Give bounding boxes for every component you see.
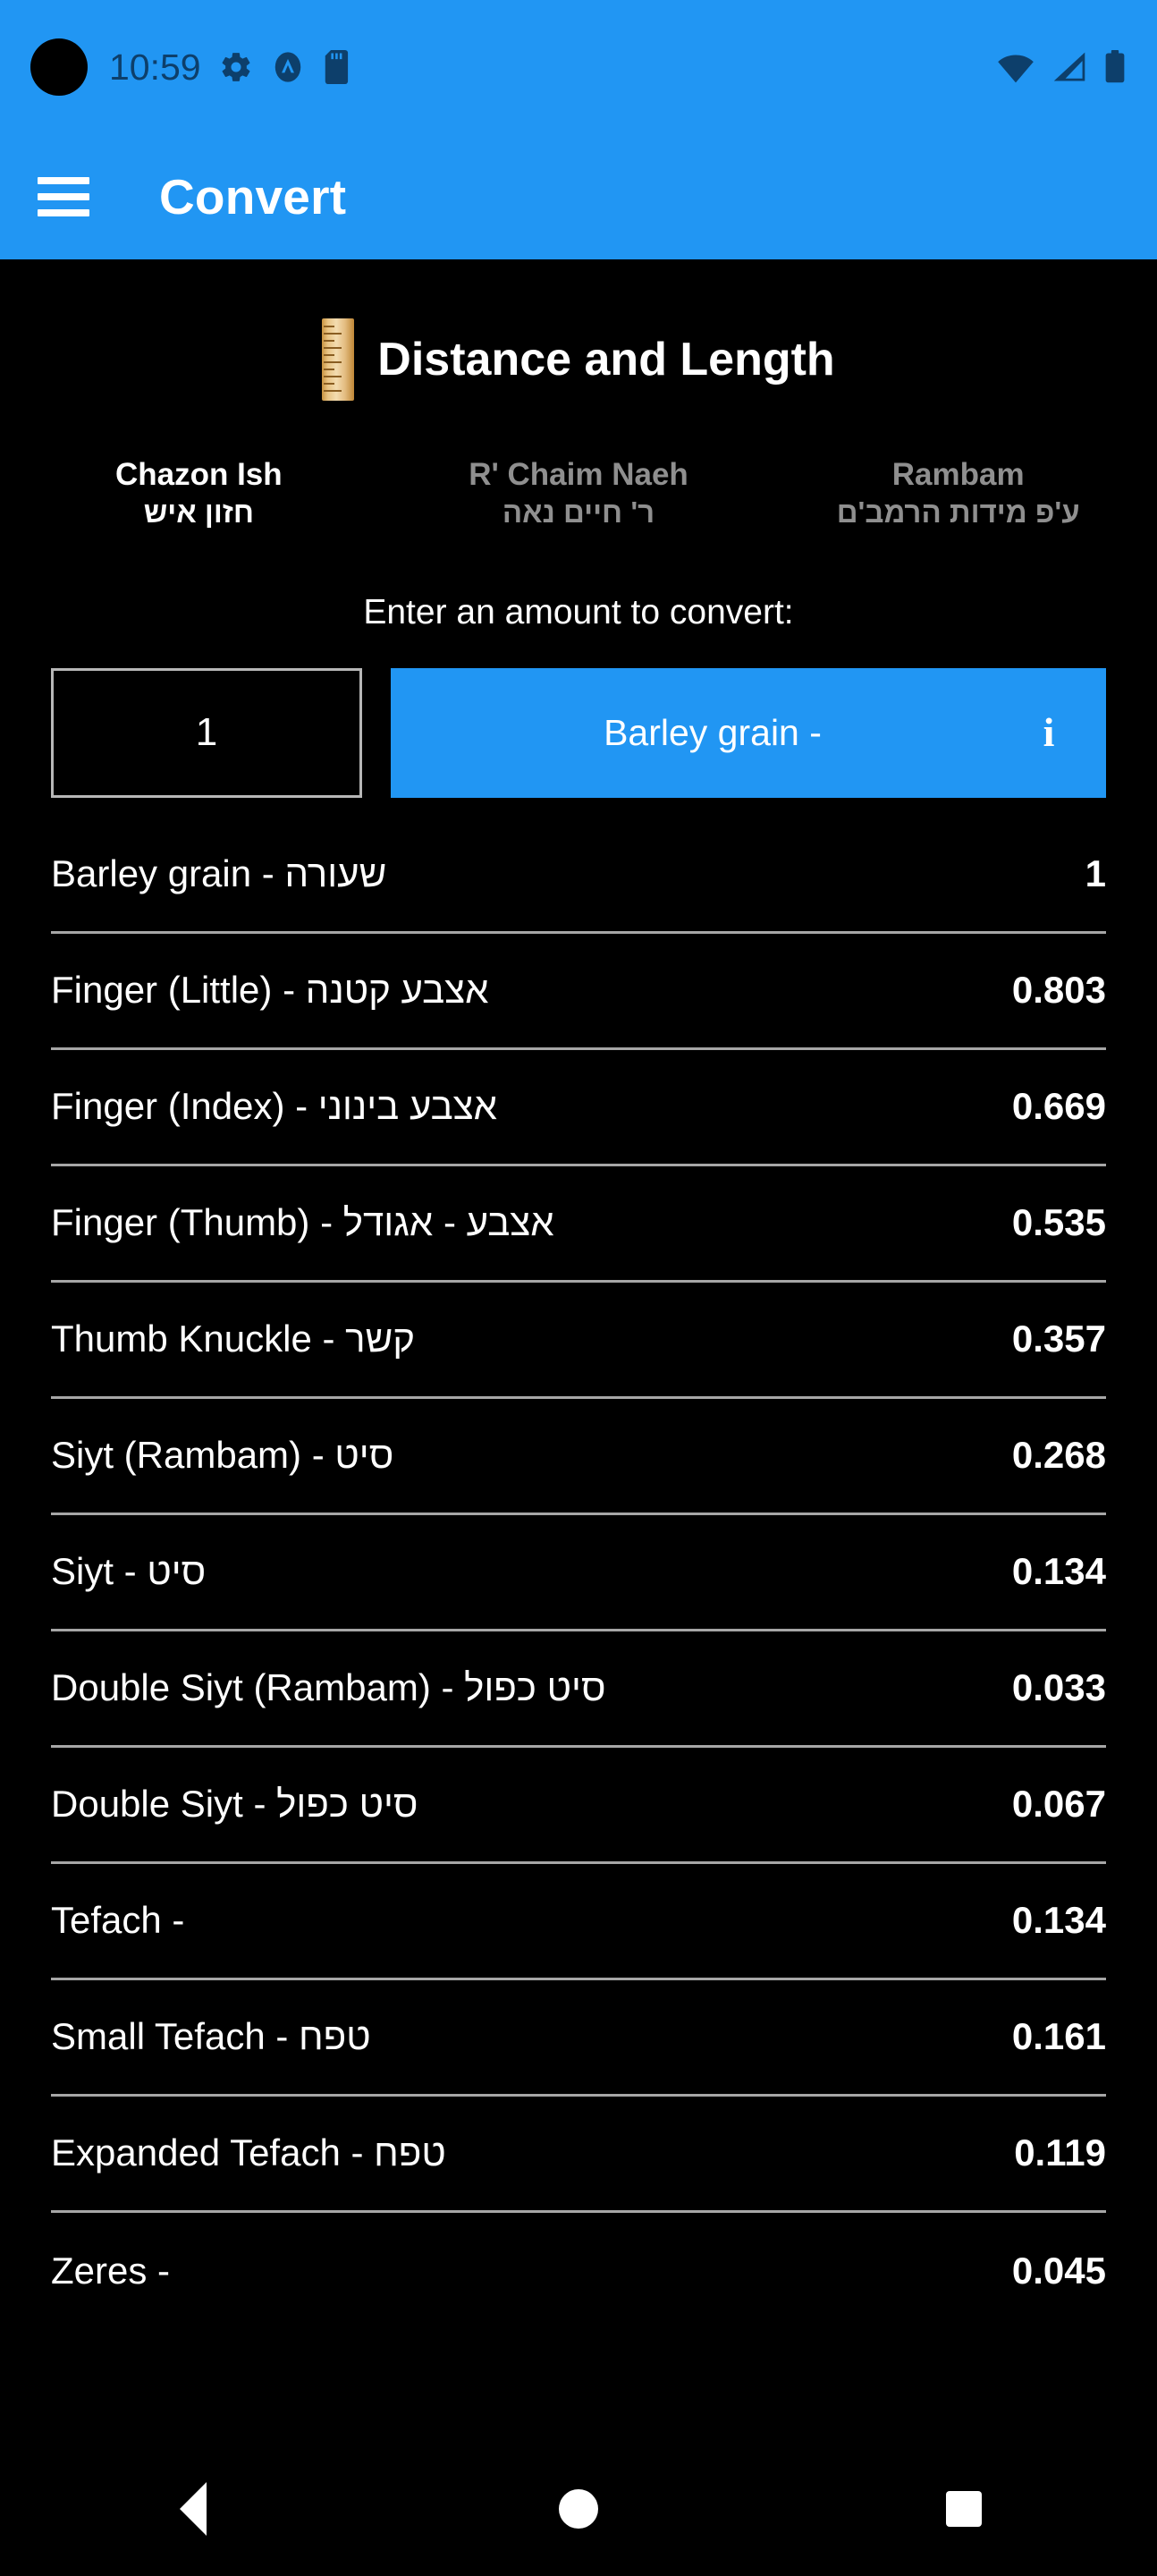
- status-clock: 10:59: [109, 46, 201, 88]
- unit-name: Small Tefach - טפח: [51, 2015, 371, 2058]
- table-row[interactable]: Finger (Index) - אצבע בינוני 0.669: [51, 1050, 1106, 1166]
- tab-label-en: R' Chaim Naeh: [469, 457, 688, 492]
- app-title: Convert: [159, 169, 347, 225]
- unit-name: Thumb Knuckle - קשר: [51, 1318, 416, 1360]
- tab-label-he: חזון איש: [143, 495, 254, 529]
- info-icon[interactable]: i: [1013, 712, 1085, 753]
- back-nav-button[interactable]: [126, 2442, 260, 2576]
- unit-value: 0.134: [1011, 1899, 1106, 1942]
- ruler-icon: [322, 318, 355, 401]
- status-bar: 10:59: [0, 0, 1157, 134]
- unit-name: Tefach -: [51, 1899, 185, 1942]
- unit-value: 0.119: [1014, 2131, 1106, 2174]
- unit-name: Zeres -: [51, 2249, 171, 2292]
- tab-rambam[interactable]: Rambam ע'פ מידות הרמב'ם: [768, 453, 1148, 534]
- unit-value: 0.357: [1011, 1318, 1106, 1360]
- page-title-row: Distance and Length: [0, 318, 1157, 401]
- hamburger-bar: [38, 209, 89, 216]
- table-row[interactable]: Small Tefach - טפח 0.161: [51, 1980, 1106, 2097]
- hamburger-bar: [38, 193, 89, 200]
- unit-value: 0.033: [1011, 1666, 1106, 1709]
- recents-nav-button[interactable]: [897, 2442, 1031, 2576]
- table-row[interactable]: Expanded Tefach - טפח 0.119: [51, 2097, 1106, 2213]
- app-screen: 10:59 Convert Distance and Length Chazon…: [0, 0, 1157, 2576]
- unit-name: Double Siyt - סיט כפול: [51, 1783, 418, 1826]
- unit-value: 0.134: [1011, 1550, 1106, 1593]
- shield-icon: [271, 50, 305, 84]
- main-content: Distance and Length Chazon Ish חזון איש …: [0, 259, 1157, 2442]
- unit-value: 0.535: [1011, 1201, 1106, 1244]
- tab-label-he: ע'פ מידות הרמב'ם: [836, 495, 1080, 529]
- unit-value: 0.669: [1011, 1085, 1106, 1128]
- app-bar: Convert: [0, 134, 1157, 259]
- unit-value: 0.161: [1011, 2015, 1106, 2058]
- table-row[interactable]: Tefach - 0.134: [51, 1864, 1106, 1980]
- page-title: Distance and Length: [377, 334, 835, 386]
- hamburger-menu-icon[interactable]: [38, 177, 89, 216]
- table-row[interactable]: Finger (Thumb) - אצבע - אגודל 0.535: [51, 1166, 1106, 1283]
- unit-name: Barley grain - שעורה: [51, 852, 387, 895]
- cell-signal-icon: [1051, 50, 1087, 84]
- unit-select[interactable]: Barley grain - i: [391, 667, 1106, 798]
- unit-name: Finger (Little) - אצבע קטנה: [51, 969, 489, 1012]
- unit-value: 0.268: [1011, 1434, 1106, 1477]
- table-row[interactable]: Siyt - סיט 0.134: [51, 1515, 1106, 1631]
- table-row[interactable]: Double Siyt (Rambam) - סיט כפול 0.033: [51, 1631, 1106, 1748]
- hamburger-bar: [38, 177, 89, 184]
- recents-square-icon: [946, 2491, 983, 2527]
- table-row[interactable]: Double Siyt - סיט כפול 0.067: [51, 1748, 1106, 1864]
- table-row[interactable]: Zeres - 0.045: [51, 2213, 1106, 2329]
- gear-icon: [219, 50, 253, 84]
- conversion-results-list: Barley grain - שעורה 1 Finger (Little) -…: [0, 818, 1157, 2442]
- sd-card-icon: [323, 50, 353, 84]
- unit-value: 0.067: [1011, 1783, 1106, 1826]
- tab-r-chaim-naeh[interactable]: R' Chaim Naeh ר' חיים נאה: [389, 453, 769, 534]
- camera-cutout: [30, 38, 88, 96]
- status-bar-right: [996, 50, 1127, 84]
- unit-name: Siyt (Rambam) - סיט: [51, 1434, 394, 1477]
- table-row[interactable]: Thumb Knuckle - קשר 0.357: [51, 1283, 1106, 1399]
- home-circle-icon: [558, 2489, 598, 2529]
- unit-name: Double Siyt (Rambam) - סיט כפול: [51, 1666, 606, 1709]
- tab-label-en: Chazon Ish: [114, 457, 283, 492]
- amount-prompt-label: Enter an amount to convert:: [363, 592, 794, 631]
- battery-icon: [1103, 50, 1127, 84]
- tab-label-he: ר' חיים נאה: [502, 495, 655, 529]
- wifi-icon: [996, 50, 1035, 84]
- unit-name: Siyt - סיט: [51, 1550, 207, 1593]
- table-row[interactable]: Siyt (Rambam) - סיט 0.268: [51, 1399, 1106, 1515]
- unit-value: 0.803: [1011, 969, 1106, 1012]
- unit-name: Expanded Tefach - טפח: [51, 2131, 446, 2174]
- unit-value: 1: [1085, 852, 1106, 895]
- opinion-tabs: Chazon Ish חזון איש R' Chaim Naeh ר' חיי…: [0, 453, 1157, 534]
- conversion-input-row: Barley grain - i: [0, 667, 1157, 798]
- android-nav-bar: [0, 2442, 1157, 2576]
- home-nav-button[interactable]: [511, 2442, 646, 2576]
- tab-chazon-ish[interactable]: Chazon Ish חזון איש: [9, 453, 389, 534]
- table-row[interactable]: Finger (Little) - אצבע קטנה 0.803: [51, 934, 1106, 1050]
- unit-select-label: Barley grain -: [604, 711, 822, 753]
- back-triangle-icon: [179, 2482, 207, 2536]
- tab-label-en: Rambam: [891, 457, 1025, 492]
- unit-name: Finger (Thumb) - אצבע - אגודל: [51, 1201, 554, 1244]
- amount-input[interactable]: [51, 667, 362, 798]
- status-bar-left: 10:59: [109, 46, 996, 88]
- unit-value: 0.045: [1011, 2249, 1106, 2292]
- table-row[interactable]: Barley grain - שעורה 1: [51, 818, 1106, 934]
- unit-name: Finger (Index) - אצבע בינוני: [51, 1085, 497, 1128]
